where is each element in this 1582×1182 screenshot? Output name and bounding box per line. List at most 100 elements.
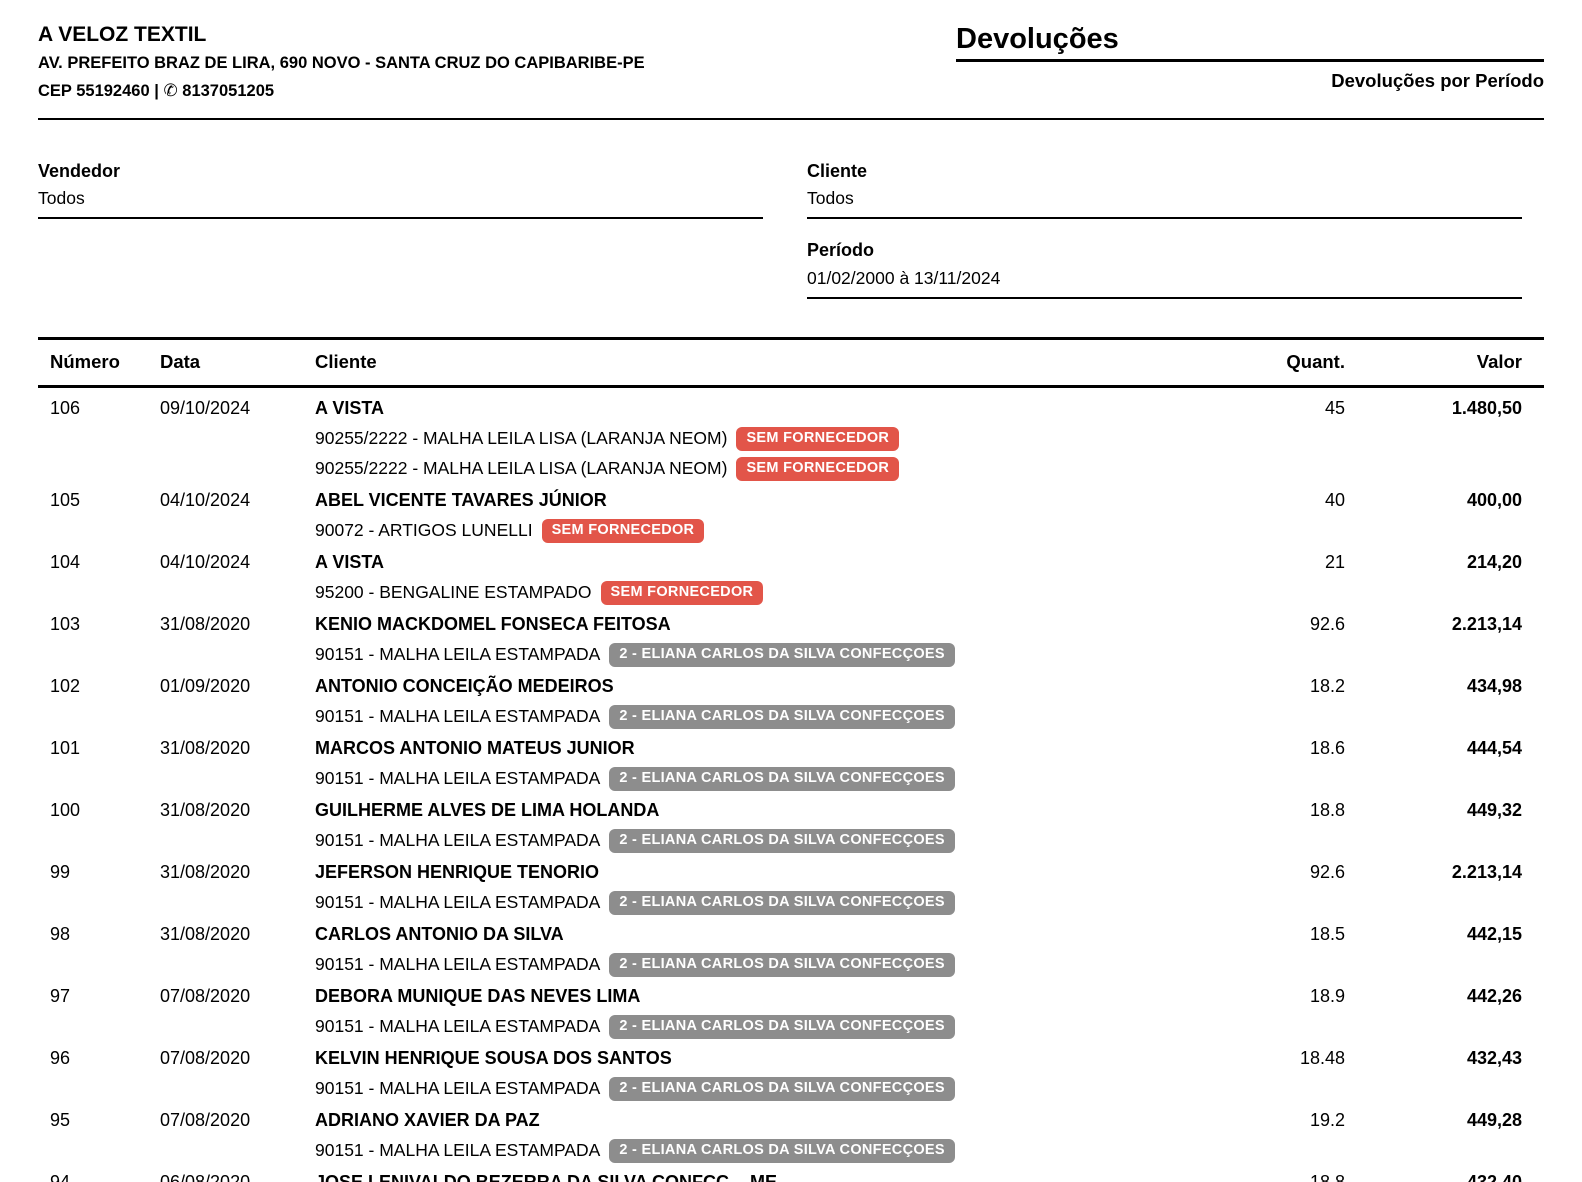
- cell-numero: 96: [38, 1048, 148, 1069]
- table-row-main: 10609/10/2024A VISTA451.480,50: [38, 394, 1544, 424]
- supplier-badge: 2 - ELIANA CARLOS DA SILVA CONFECÇOES: [609, 767, 955, 791]
- company-cep: CEP 55192460: [38, 82, 150, 100]
- supplier-badge: SEM FORNECEDOR: [542, 519, 705, 543]
- product-line: 90151 - MALHA LEILA ESTAMPADA2 - ELIANA …: [315, 950, 1544, 980]
- product-line: 90151 - MALHA LEILA ESTAMPADA2 - ELIANA …: [315, 1012, 1544, 1042]
- cell-valor: 442,26: [1345, 986, 1544, 1007]
- cell-numero: 98: [38, 924, 148, 945]
- product-line: 90151 - MALHA LEILA ESTAMPADA2 - ELIANA …: [315, 888, 1544, 918]
- table-row: 9831/08/2020CARLOS ANTONIO DA SILVA18.54…: [38, 920, 1544, 980]
- cell-numero: 94: [38, 1172, 148, 1182]
- table-row: 10404/10/2024A VISTA21214,2095200 - BENG…: [38, 548, 1544, 608]
- cell-quant: 92.6: [1165, 862, 1345, 883]
- filter-cliente-periodo: Cliente Todos Período 01/02/2000 à 13/11…: [807, 161, 1522, 299]
- table-row: 9406/08/2020JOSE LENIVALDO BEZERRA DA SI…: [38, 1168, 1544, 1182]
- cell-quant: 18.8: [1165, 800, 1345, 821]
- cell-valor: 1.480,50: [1345, 398, 1544, 419]
- header-divider: [38, 118, 1544, 120]
- cell-data: 31/08/2020: [148, 800, 303, 821]
- cell-valor: 432,40: [1345, 1172, 1544, 1182]
- separator: |: [154, 82, 159, 100]
- cell-numero: 97: [38, 986, 148, 1007]
- table-row: 9507/08/2020ADRIANO XAVIER DA PAZ19.2449…: [38, 1106, 1544, 1166]
- table-row-main: 9607/08/2020KELVIN HENRIQUE SOUSA DOS SA…: [38, 1044, 1544, 1074]
- cell-data: 07/08/2020: [148, 1110, 303, 1131]
- cell-quant: 21: [1165, 552, 1345, 573]
- company-contact: CEP 55192460 | ✆ 8137051205: [38, 81, 645, 102]
- product-line: 90072 - ARTIGOS LUNELLI SEM FORNECEDOR: [315, 516, 1544, 546]
- product-text: 90151 - MALHA LEILA ESTAMPADA: [315, 954, 600, 975]
- supplier-badge: 2 - ELIANA CARLOS DA SILVA CONFECÇOES: [609, 705, 955, 729]
- cell-valor: 2.213,14: [1345, 614, 1544, 635]
- cell-data: 04/10/2024: [148, 552, 303, 573]
- page-title: Devoluções: [956, 24, 1544, 62]
- product-text: 90072 - ARTIGOS LUNELLI: [315, 520, 533, 541]
- product-text: 90151 - MALHA LEILA ESTAMPADA: [315, 706, 600, 727]
- cell-data: 31/08/2020: [148, 614, 303, 635]
- company-block: A VELOZ TEXTIL AV. PREFEITO BRAZ DE LIRA…: [38, 22, 645, 102]
- cliente-label: Cliente: [807, 161, 1522, 183]
- header-quant: Quant.: [1165, 351, 1345, 373]
- product-line: 90151 - MALHA LEILA ESTAMPADA2 - ELIANA …: [315, 764, 1544, 794]
- supplier-badge: SEM FORNECEDOR: [601, 581, 764, 605]
- table-row: 10201/09/2020ANTONIO CONCEIÇÃO MEDEIROS1…: [38, 672, 1544, 732]
- table-body: 10609/10/2024A VISTA451.480,50 90255/2222…: [38, 388, 1544, 1182]
- table-row-main: 9707/08/2020DEBORA MUNIQUE DAS NEVES LIM…: [38, 982, 1544, 1012]
- cell-cliente: A VISTA: [303, 552, 1165, 573]
- cell-data: 04/10/2024: [148, 490, 303, 511]
- cell-numero: 102: [38, 676, 148, 697]
- cell-cliente: DEBORA MUNIQUE DAS NEVES LIMA: [303, 986, 1165, 1007]
- product-text: 90255/2222 - MALHA LEILA LISA (LARANJA N…: [315, 458, 727, 479]
- supplier-badge: 2 - ELIANA CARLOS DA SILVA CONFECÇOES: [609, 1139, 955, 1163]
- product-line: 90151 - MALHA LEILA ESTAMPADA 2 - ELIANA …: [315, 1136, 1544, 1166]
- cell-valor: 444,54: [1345, 738, 1544, 759]
- cell-data: 31/08/2020: [148, 862, 303, 883]
- cell-numero: 100: [38, 800, 148, 821]
- table-row: 9931/08/2020JEFERSON HENRIQUE TENORIO92.…: [38, 858, 1544, 918]
- cell-numero: 95: [38, 1110, 148, 1131]
- cell-data: 31/08/2020: [148, 924, 303, 945]
- cell-data: 07/08/2020: [148, 1048, 303, 1069]
- cell-cliente: A VISTA: [303, 398, 1165, 419]
- product-text: 90255/2222 - MALHA LEILA LISA (LARANJA N…: [315, 428, 727, 449]
- product-text: 90151 - MALHA LEILA ESTAMPADA: [315, 1140, 600, 1161]
- table-row-main: 9931/08/2020JEFERSON HENRIQUE TENORIO92.…: [38, 858, 1544, 888]
- company-phone: 8137051205: [182, 82, 274, 100]
- cliente-value: Todos: [807, 188, 1522, 219]
- periodo-value: 01/02/2000 à 13/11/2024: [807, 268, 1522, 299]
- product-text: 90151 - MALHA LEILA ESTAMPADA: [315, 830, 600, 851]
- company-address: AV. PREFEITO BRAZ DE LIRA, 690 NOVO - SA…: [38, 54, 645, 74]
- table-row-main: 9831/08/2020CARLOS ANTONIO DA SILVA18.54…: [38, 920, 1544, 950]
- cell-cliente: GUILHERME ALVES DE LIMA HOLANDA: [303, 800, 1165, 821]
- cell-valor: 2.213,14: [1345, 862, 1544, 883]
- supplier-badge: 2 - ELIANA CARLOS DA SILVA CONFECÇOES: [609, 1077, 955, 1101]
- cell-quant: 18.48: [1165, 1048, 1345, 1069]
- table-row: 10504/10/2024ABEL VICENTE TAVARES JÚNIOR…: [38, 486, 1544, 546]
- returns-table: Número Data Cliente Quant. Valor 10609/1…: [38, 337, 1544, 1182]
- cell-cliente: KENIO MACKDOMEL FONSECA FEITOSA: [303, 614, 1165, 635]
- table-row-main: 10131/08/2020MARCOS ANTONIO MATEUS JUNIO…: [38, 734, 1544, 764]
- supplier-badge: 2 - ELIANA CARLOS DA SILVA CONFECÇOES: [609, 1015, 955, 1039]
- product-line: 90151 - MALHA LEILA ESTAMPADA2 - ELIANA …: [315, 826, 1544, 856]
- table-row-main: 10031/08/2020GUILHERME ALVES DE LIMA HOL…: [38, 796, 1544, 826]
- supplier-badge: 2 - ELIANA CARLOS DA SILVA CONFECÇOES: [609, 891, 955, 915]
- cell-quant: 19.2: [1165, 1110, 1345, 1131]
- supplier-badge: SEM FORNECEDOR: [736, 457, 899, 481]
- product-text: 95200 - BENGALINE ESTAMPADO: [315, 582, 592, 603]
- cell-valor: 434,98: [1345, 676, 1544, 697]
- supplier-badge: SEM FORNECEDOR: [736, 427, 899, 451]
- cell-quant: 92.6: [1165, 614, 1345, 635]
- report-header: A VELOZ TEXTIL AV. PREFEITO BRAZ DE LIRA…: [38, 0, 1544, 102]
- supplier-badge: 2 - ELIANA CARLOS DA SILVA CONFECÇOES: [609, 643, 955, 667]
- header-numero: Número: [38, 351, 148, 373]
- cell-quant: 18.6: [1165, 738, 1345, 759]
- cell-cliente: JOSE LENIVALDO BEZERRA DA SILVA CONFCC. …: [303, 1172, 1165, 1182]
- periodo-label: Período: [807, 240, 1522, 262]
- cell-valor: 442,15: [1345, 924, 1544, 945]
- report-page: A VELOZ TEXTIL AV. PREFEITO BRAZ DE LIRA…: [0, 0, 1582, 1182]
- header-data: Data: [148, 351, 303, 373]
- table-row: 9607/08/2020KELVIN HENRIQUE SOUSA DOS SA…: [38, 1044, 1544, 1104]
- cell-data: 01/09/2020: [148, 676, 303, 697]
- product-line: 90151 - MALHA LEILA ESTAMPADA 2 - ELIANA …: [315, 702, 1544, 732]
- company-name: A VELOZ TEXTIL: [38, 22, 645, 47]
